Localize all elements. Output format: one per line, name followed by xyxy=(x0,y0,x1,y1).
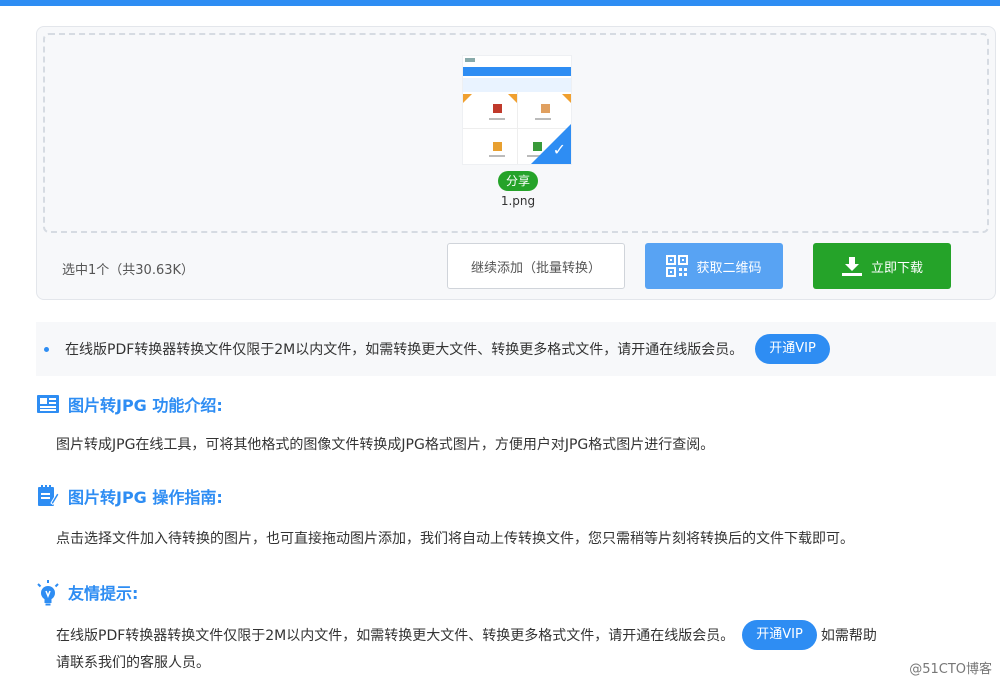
top-accent-bar xyxy=(0,0,1000,6)
notice-text: 在线版PDF转换器转换文件仅限于2M以内文件，如需转换更大文件、转换更多格式文件… xyxy=(65,342,744,358)
tips-text-b: 如需帮助 xyxy=(820,628,877,644)
lightbulb-icon xyxy=(36,580,60,606)
tips-text-a: 在线版PDF转换器转换文件仅限于2M以内文件，如需转换更大文件、转换更多格式文件… xyxy=(56,628,735,644)
upload-card: ✓ 分享 1.png 选中1个（共30.63K） 继续添加（批量转换） 获取二维… xyxy=(36,26,996,300)
section-guide-title-text: 图片转JPG 操作指南: xyxy=(68,488,223,507)
section-intro-title: 图片转JPG 功能介绍: xyxy=(36,392,223,416)
get-qr-code-button[interactable]: 获取二维码 xyxy=(645,243,783,289)
open-vip-button[interactable]: 开通VIP xyxy=(755,334,830,364)
download-now-button[interactable]: 立即下载 xyxy=(813,243,951,289)
section-guide-title: 图片转JPG 操作指南: xyxy=(36,484,223,508)
check-icon: ✓ xyxy=(552,140,566,159)
tips-text-c: 请联系我们的客服人员。 xyxy=(56,655,210,671)
section-intro-text: 图片转成JPG在线工具，可将其他格式的图像文件转换成JPG格式图片，方便用户对J… xyxy=(56,437,715,453)
section-intro-title-text: 图片转JPG 功能介绍: xyxy=(68,396,223,415)
file-thumbnail[interactable]: ✓ xyxy=(462,55,572,165)
get-qr-code-label: 获取二维码 xyxy=(696,260,762,276)
share-button[interactable]: 分享 xyxy=(497,171,538,191)
bullet-dot xyxy=(44,346,49,352)
section-guide-text: 点击选择文件加入待转换的图片，也可直接拖动图片添加，我们将自动上传转换文件，您只… xyxy=(56,531,854,547)
edit-document-icon xyxy=(36,484,60,508)
drop-zone[interactable]: ✓ 分享 1.png xyxy=(43,33,989,233)
selected-info: 选中1个（共30.63K） xyxy=(62,263,195,278)
newspaper-icon xyxy=(36,392,60,416)
file-item[interactable]: ✓ 分享 1.png xyxy=(462,55,574,209)
section-tips-title: 友情提示: xyxy=(36,580,139,606)
download-icon xyxy=(841,256,863,276)
qr-code-icon xyxy=(666,255,689,277)
tips-line: 在线版PDF转换器转换文件仅限于2M以内文件，如需转换更大文件、转换更多格式文件… xyxy=(56,620,1000,650)
continue-add-button[interactable]: 继续添加（批量转换） xyxy=(447,243,625,289)
file-name: 1.png xyxy=(500,194,536,208)
download-now-label: 立即下载 xyxy=(870,260,923,276)
section-tips-title-text: 友情提示: xyxy=(68,584,139,603)
continue-add-label: 继续添加（批量转换） xyxy=(470,260,601,276)
size-limit-notice: 在线版PDF转换器转换文件仅限于2M以内文件，如需转换更大文件、转换更多格式文件… xyxy=(36,322,996,376)
tips-open-vip-button[interactable]: 开通VIP xyxy=(742,620,817,650)
site-watermark: @51CTO博客 xyxy=(909,662,992,677)
